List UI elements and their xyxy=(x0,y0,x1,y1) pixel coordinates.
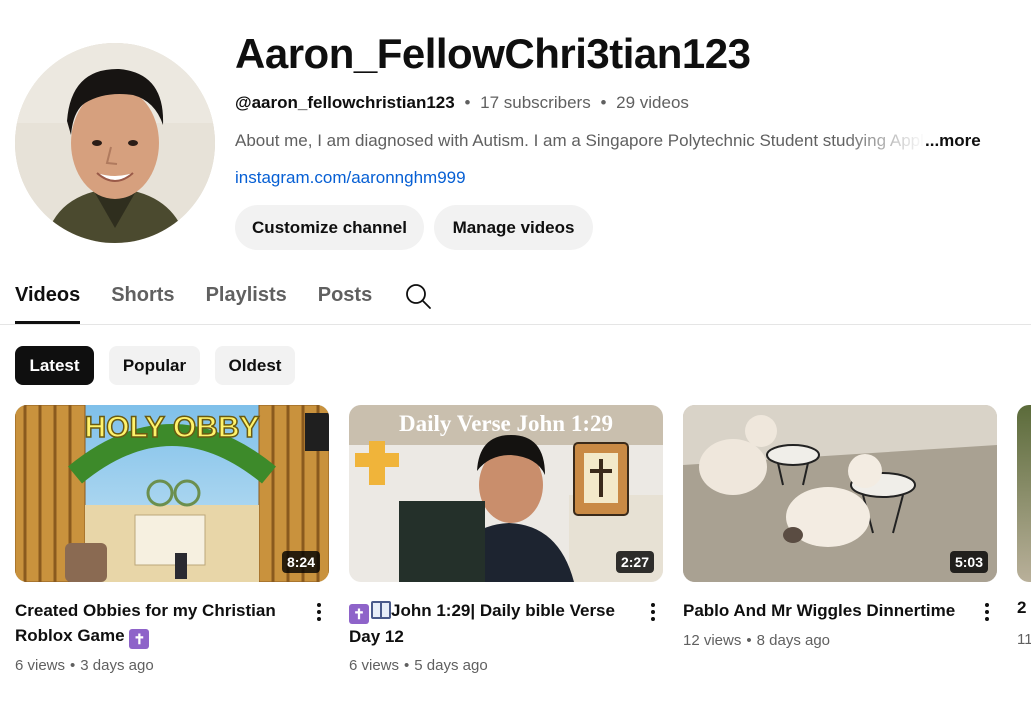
video-thumbnail-partial[interactable] xyxy=(1017,405,1031,582)
channel-meta: @aaron_fellowchristian123 • 17 subscribe… xyxy=(235,93,689,113)
video-meta: 12 views • 8 days ago xyxy=(683,632,831,649)
thumbnail-overlay-text: Daily Verse John 1:29 xyxy=(399,411,613,436)
view-count: 12 views xyxy=(683,632,742,649)
video-thumbnail[interactable]: HOLY OBBY 8:24 xyxy=(15,405,329,582)
video-card: 5:03 Pablo And Mr Wiggles Dinnertime 12 … xyxy=(683,405,997,649)
video-title[interactable]: ✝ John 1:29| Daily bible Verse Day 12 xyxy=(349,598,629,649)
channel-tabs: Videos Shorts Playlists Posts xyxy=(15,277,403,325)
video-title-partial[interactable]: 2 xyxy=(1017,598,1026,618)
channel-handle: @aaron_fellowchristian123 xyxy=(235,93,455,112)
video-card: Daily Verse John 1:29 2:27 ✝ John 1:29| D… xyxy=(349,405,663,674)
latin-cross-icon: ✝ xyxy=(349,604,369,624)
upload-age: 5 days ago xyxy=(414,657,488,674)
channel-link[interactable]: instagram.com/aaronnghm999 xyxy=(235,168,466,188)
channel-name: Aaron_FellowChri3tian123 xyxy=(235,30,751,77)
chip-popular[interactable]: Popular xyxy=(109,346,200,385)
more-vert-icon[interactable] xyxy=(309,600,329,624)
tab-posts[interactable]: Posts xyxy=(318,277,372,324)
avatar-photo xyxy=(15,43,215,243)
chip-latest[interactable]: Latest xyxy=(15,346,94,385)
video-thumbnail[interactable]: 5:03 xyxy=(683,405,997,582)
customize-channel-button[interactable]: Customize channel xyxy=(235,205,424,250)
more-link[interactable]: ...more xyxy=(925,131,981,151)
video-meta: 6 views • 5 days ago xyxy=(349,657,488,674)
video-title[interactable]: Pablo And Mr Wiggles Dinnertime xyxy=(683,598,963,623)
tab-videos[interactable]: Videos xyxy=(15,277,81,324)
channel-description[interactable]: About me, I am diagnosed with Autism. I … xyxy=(235,131,995,151)
video-count: 29 videos xyxy=(616,93,689,112)
latin-cross-icon: ✝ xyxy=(129,629,150,649)
open-book-icon xyxy=(371,601,391,619)
tab-shorts[interactable]: Shorts xyxy=(111,277,174,324)
video-duration: 2:27 xyxy=(615,551,654,573)
video-meta-partial: 11 xyxy=(1017,631,1031,648)
subscriber-count: 17 subscribers xyxy=(480,93,591,112)
more-vert-icon[interactable] xyxy=(643,600,663,624)
view-count: 6 views xyxy=(349,657,400,674)
video-card: HOLY OBBY 8:24 Created Obbies for my Chr… xyxy=(15,405,329,674)
view-count: 6 views xyxy=(15,657,66,674)
tab-playlists[interactable]: Playlists xyxy=(206,277,287,324)
video-meta: 6 views • 3 days ago xyxy=(15,657,154,674)
meta-separator: • xyxy=(600,93,607,112)
search-icon[interactable] xyxy=(404,282,432,310)
upload-age: 8 days ago xyxy=(756,632,831,649)
tabs-divider xyxy=(0,324,1031,325)
manage-videos-button[interactable]: Manage videos xyxy=(434,205,593,250)
meta-separator: • xyxy=(464,93,471,112)
thumbnail-overlay-text: HOLY OBBY xyxy=(84,411,259,444)
video-thumbnail[interactable]: Daily Verse John 1:29 2:27 xyxy=(349,405,663,582)
channel-avatar[interactable] xyxy=(15,43,215,243)
description-text: About me, I am diagnosed with Autism. I … xyxy=(235,131,925,150)
more-vert-icon[interactable] xyxy=(977,600,997,624)
upload-age: 3 days ago xyxy=(80,657,154,674)
video-title[interactable]: Created Obbies for my Christian Roblox G… xyxy=(15,598,295,649)
chip-oldest[interactable]: Oldest xyxy=(215,346,295,385)
video-duration: 5:03 xyxy=(949,551,988,573)
video-duration: 8:24 xyxy=(281,551,320,573)
